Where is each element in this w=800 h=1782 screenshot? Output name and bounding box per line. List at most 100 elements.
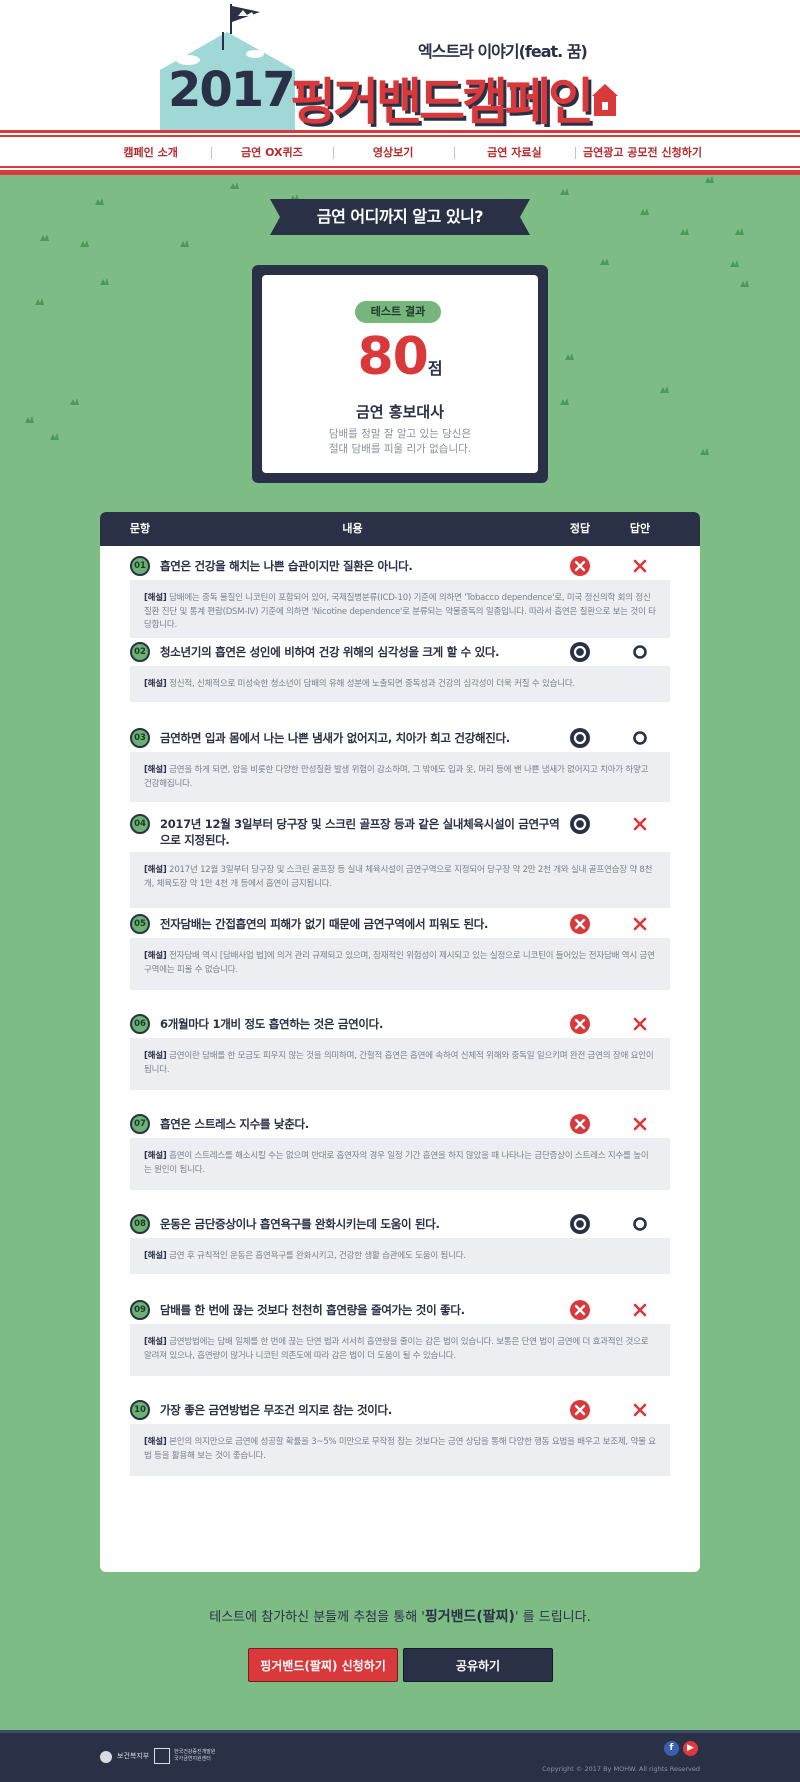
explanation-label: [해설] (144, 1337, 167, 1347)
question-text: 담배를 한 번에 끊는 것보다 천천히 흡연량을 줄여가는 것이 좋다. (160, 1303, 465, 1317)
explanation-label: [해설] (144, 1051, 167, 1061)
apply-band-button[interactable]: 핑거밴드(팔찌) 신청하기 (248, 1648, 398, 1682)
explanation-text: 금연 후 규칙적인 운동은 흡연욕구를 완화시키고, 건강한 생활 습관에도 도… (169, 1251, 466, 1261)
logo-year: 2017 (168, 62, 296, 118)
correct-o-icon (570, 642, 590, 662)
header-num: 문항 (129, 522, 151, 535)
correct-o-icon (570, 728, 590, 748)
explanation-text: 금연이란 담배를 한 모금도 피우지 않는 것을 의미하며, 간헐적 흡연은 흡… (144, 1051, 654, 1075)
question-text: 흡연은 스트레스 지수를 낮춘다. (160, 1117, 309, 1131)
explanation-label: [해설] (144, 593, 167, 603)
explanation-box: [해설] 금연 후 규칙적인 운동은 흡연욕구를 완화시키고, 건강한 생활 습… (130, 1238, 670, 1274)
tower-icon (592, 84, 618, 116)
explanation-text: 본인의 의지만으로 금연에 성공할 확률을 3~5% 미만으로 무작정 참는 것… (144, 1437, 656, 1461)
score-value: 80 (357, 327, 428, 387)
question-number: 04 (130, 814, 150, 834)
question-text: 가장 좋은 금연방법은 무조건 의지로 참는 것이다. (160, 1403, 392, 1417)
explanation-box: [해설] 금연방법에는 담배 일체를 한 번에 끊는 단연 법과 서서히 흡연량… (130, 1324, 670, 1376)
score-line: 80점 (262, 327, 538, 387)
explanation-text: 담배에는 중독 물질인 니코틴이 포함되어 있어, 국제질병분류(ICD-10)… (144, 593, 656, 630)
nav-item-resources[interactable]: 금연 자료실 (453, 144, 575, 160)
header-correct: 정답 (569, 522, 591, 535)
section-title-wrap: 금연 어디까지 알고 있니? (270, 199, 530, 235)
question-text: 금연하면 입과 몸에서 나는 나쁜 냄새가 없어지고, 치아가 희고 건강해진다… (160, 731, 510, 745)
nav-item-contest[interactable]: 금연광고 공모전 신청하기 (575, 144, 710, 160)
correct-x-icon (570, 1014, 590, 1034)
correct-x-icon (570, 914, 590, 934)
answer-x-icon (633, 1117, 647, 1131)
explanation-text: 전자담배 역시 [담배사업 법]에 의거 관리 규제되고 있으며, 잠재적인 위… (144, 951, 655, 975)
result-card-inner: 테스트 결과 80점 금연 홍보대사 담배를 정말 잘 알고 있는 당신은 절대… (262, 275, 538, 473)
youtube-icon[interactable]: ▶ (683, 1741, 698, 1756)
explanation-label: [해설] (144, 679, 167, 689)
explanation-label: [해설] (144, 765, 167, 775)
question-number: 01 (130, 556, 150, 576)
answer-x-icon (633, 1017, 647, 1031)
share-button[interactable]: 공유하기 (403, 1648, 553, 1682)
nav-item-campaign[interactable]: 캠페인 소개 (90, 144, 211, 160)
answer-x-icon (633, 817, 647, 831)
nav-item-quiz[interactable]: 금연 OX퀴즈 (211, 144, 332, 160)
prize-notice: 테스트에 참가하신 분들께 추첨을 통해 '핑거밴드(팔찌)' 를 드립니다. (0, 1606, 800, 1626)
center-name-line2: 국가금연지원센터 (174, 1756, 211, 1762)
answer-x-icon (633, 917, 647, 931)
flag-icon (230, 4, 260, 34)
answer-o-icon (633, 731, 647, 745)
explanation-label: [해설] (144, 1151, 167, 1161)
campaign-logo[interactable]: 2017 핑거밴드캠페인 엑스트라 이야기(feat. 꿈) (150, 0, 650, 131)
answer-x-icon (633, 1403, 647, 1417)
result-description: 담배를 정말 잘 알고 있는 당신은 절대 담배를 피울 리가 없습니다. (262, 427, 538, 457)
center-name: 한국건강증진개발원 국가금연지원센터 (174, 1749, 215, 1763)
correct-o-icon (570, 1214, 590, 1234)
site-footer: 보건복지부 한국건강증진개발원 국가금연지원센터 f ▶ Copyright ©… (0, 1733, 800, 1782)
notice-highlight: 핑거밴드(팔찌) (424, 1609, 515, 1625)
result-title: 금연 홍보대사 (355, 403, 445, 421)
explanation-label: [해설] (144, 951, 167, 961)
explanation-label: [해설] (144, 1251, 167, 1261)
correct-x-icon (570, 1300, 590, 1320)
ministry-name: 보건복지부 (117, 1752, 150, 1760)
section-title: 금연 어디까지 알고 있니? (316, 207, 484, 226)
explanation-box: [해설] 전자담배 역시 [담배사업 법]에 의거 관리 규제되고 있으며, 잠… (130, 938, 670, 990)
explanation-box: [해설] 금연을 하게 되면, 암을 비롯한 다양한 만성질환 발생 위험이 감… (130, 752, 670, 802)
correct-o-icon (570, 814, 590, 834)
question-number: 05 (130, 914, 150, 934)
explanation-box: [해설] 금연이란 담배를 한 모금도 피우지 않는 것을 의미하며, 간헐적 … (130, 1038, 670, 1090)
question-text: 2017년 12월 3일부터 당구장 및 스크린 골프장 등과 같은 실내체육시… (160, 817, 560, 847)
explanation-text: 금연방법에는 담배 일체를 한 번에 끊는 단연 법과 서서히 흡연량을 줄이는… (144, 1337, 649, 1361)
facebook-icon[interactable]: f (664, 1741, 679, 1756)
explanation-text: 정신적, 신체적으로 미성숙한 청소년이 담배의 유해 성분에 노출되면 중독성… (169, 679, 575, 689)
answer-x-icon (633, 559, 647, 573)
explanation-label: [해설] (144, 865, 167, 875)
explanation-box: [해설] 정신적, 신체적으로 미성숙한 청소년이 담배의 유해 성분에 노출되… (130, 666, 670, 702)
explanation-text: 금연을 하게 되면, 암을 비롯한 다양한 만성질환 발생 위험이 감소하며, … (144, 765, 649, 789)
explanation-text: 흡연이 스트레스를 해소시킬 수는 없으며 반대로 흡연자의 경우 일정 기간 … (144, 1151, 649, 1175)
nav-item-video[interactable]: 영상보기 (332, 144, 454, 160)
correct-x-icon (570, 1114, 590, 1134)
answer-x-icon (633, 1303, 647, 1317)
answer-o-icon (633, 645, 647, 659)
center-name-line1: 한국건강증진개발원 (174, 1749, 216, 1755)
main-nav: 캠페인 소개 금연 OX퀴즈 영상보기 금연 자료실 금연광고 공모전 신청하기 (90, 140, 710, 164)
explanation-box: [해설] 흡연이 스트레스를 해소시킬 수는 없으며 반대로 흡연자의 경우 일… (130, 1138, 670, 1190)
result-desc-line1: 담배를 정말 잘 알고 있는 당신은 (328, 428, 472, 440)
question-number: 08 (130, 1214, 150, 1234)
explanation-box: [해설] 본인의 의지만으로 금연에 성공할 확률을 3~5% 미만으로 무작정… (130, 1424, 670, 1476)
explanation-text: 2017년 12월 3일부터 당구장 및 스크린 골프장 등 실내 체육시설이 … (144, 865, 653, 889)
explanation-label: [해설] (144, 1437, 167, 1447)
copyright: Copyright © 2017 By MOHW. All rights Res… (542, 1765, 700, 1773)
logo-title: 핑거밴드캠페인 (290, 73, 594, 131)
question-number: 10 (130, 1400, 150, 1420)
header-answer: 답안 (629, 522, 651, 535)
question-text: 운동은 금단증상이나 흡연욕구를 완화시키는데 도움이 된다. (160, 1217, 440, 1231)
question-text: 흡연은 건강을 해치는 나쁜 습관이지만 질환은 아니다. (160, 559, 413, 573)
site-header: 2017 핑거밴드캠페인 엑스트라 이야기(feat. 꿈) 캠페인 소개 금연… (0, 0, 800, 175)
center-logo-icon (154, 1748, 170, 1764)
question-text: 6개월마다 1개비 정도 흡연하는 것은 금연이다. (160, 1017, 384, 1031)
result-badge: 테스트 결과 (355, 301, 441, 323)
result-card: 테스트 결과 80점 금연 홍보대사 담배를 정말 잘 알고 있는 당신은 절대… (252, 265, 548, 483)
score-unit: 점 (427, 359, 443, 378)
ministry-logo-icon (100, 1751, 112, 1763)
question-number: 06 (130, 1014, 150, 1034)
explanation-box: [해설] 담배에는 중독 물질인 니코틴이 포함되어 있어, 국제질병분류(IC… (130, 580, 670, 638)
